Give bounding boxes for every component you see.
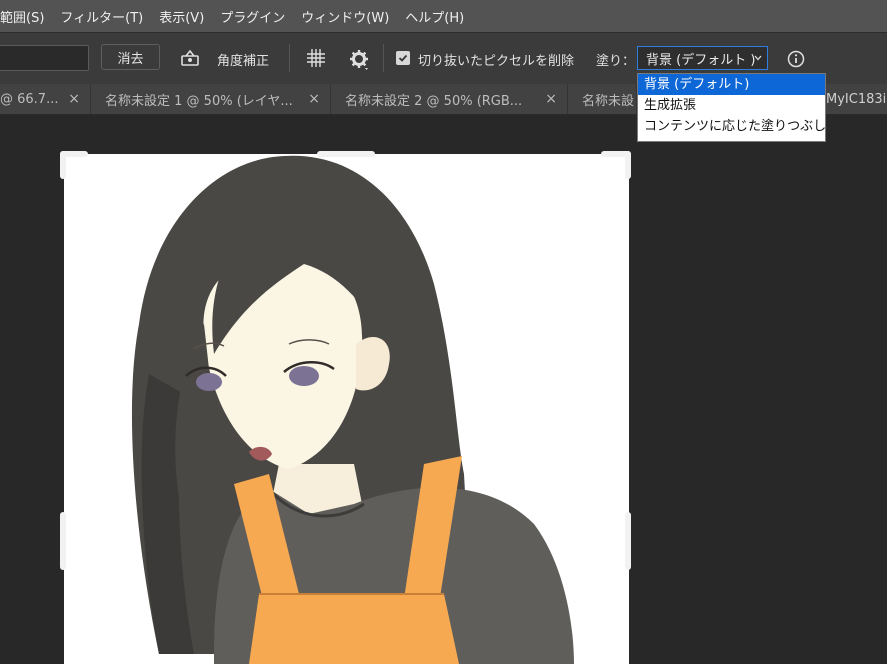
crop-handle-left[interactable] (60, 512, 66, 570)
fill-dropdown-list: 背景 (デフォルト) 生成拡張 コンテンツに応じた塗りつぶし (637, 73, 826, 142)
chevron-down-icon (753, 52, 763, 68)
divider (383, 44, 384, 72)
grid-overlay-icon[interactable] (304, 46, 328, 70)
straighten-label[interactable]: 角度補正 (217, 50, 269, 69)
menu-window[interactable]: ウィンドウ(W) (293, 7, 397, 26)
menu-filter[interactable]: フィルター(T) (52, 7, 151, 26)
tab-doc-5[interactable]: MyIC183i (826, 84, 887, 114)
tab-doc-1[interactable]: @ 66.7... × (0, 84, 91, 114)
ratio-input[interactable] (0, 45, 89, 71)
delete-cropped-checkbox[interactable] (396, 51, 410, 65)
crop-handle-top[interactable] (317, 151, 375, 157)
gear-icon[interactable] (347, 47, 371, 71)
crop-handle-right[interactable] (625, 512, 631, 570)
tab-label: 名称未設 (582, 93, 635, 109)
tab-label: 名称未設定 1 @ 50% (レイヤ... (105, 93, 293, 109)
fill-label: 塗り： (596, 54, 636, 69)
tab-label: 名称未設定 2 @ 50% (RGB... (345, 93, 523, 109)
close-icon[interactable]: × (545, 91, 557, 107)
menu-bar: 範囲(S) フィルター(T) 表示(V) プラグイン ウィンドウ(W) ヘルプ(… (0, 0, 887, 32)
clear-button[interactable]: 消去 (101, 44, 160, 70)
tab-label: @ 66.7... (0, 91, 59, 107)
document-canvas[interactable] (64, 154, 629, 664)
tab-label: MyIC183i (826, 91, 887, 107)
close-icon[interactable]: × (68, 91, 80, 107)
tab-doc-3[interactable]: 名称未設定 2 @ 50% (RGB... × (331, 84, 568, 114)
menu-view[interactable]: 表示(V) (151, 7, 212, 26)
divider (289, 44, 290, 72)
fill-select[interactable]: 背景 (デフォルト ) (637, 46, 768, 70)
crop-handle-top-right-v[interactable] (625, 151, 631, 179)
menu-help[interactable]: ヘルプ(H) (397, 7, 472, 26)
close-icon[interactable]: × (308, 91, 320, 107)
fill-option-background[interactable]: 背景 (デフォルト) (638, 74, 825, 95)
artwork-image (131, 155, 574, 664)
fill-option-generative-expand[interactable]: 生成拡張 (638, 95, 825, 116)
tab-doc-4[interactable]: 名称未設 (568, 84, 637, 114)
delete-cropped-label[interactable]: 切り抜いたピクセルを削除 (418, 50, 574, 69)
menu-plugins[interactable]: プラグイン (212, 7, 293, 26)
menu-select[interactable]: 範囲(S) (0, 7, 52, 26)
straighten-icon[interactable] (178, 48, 202, 68)
fill-option-content-aware[interactable]: コンテンツに応じた塗りつぶし (638, 116, 826, 137)
crop-handle-top-left-v[interactable] (60, 151, 66, 179)
info-icon[interactable] (786, 49, 806, 69)
fill-select-value: 背景 (デフォルト ) (646, 52, 756, 68)
tab-doc-2[interactable]: 名称未設定 1 @ 50% (レイヤ... × (91, 84, 331, 114)
